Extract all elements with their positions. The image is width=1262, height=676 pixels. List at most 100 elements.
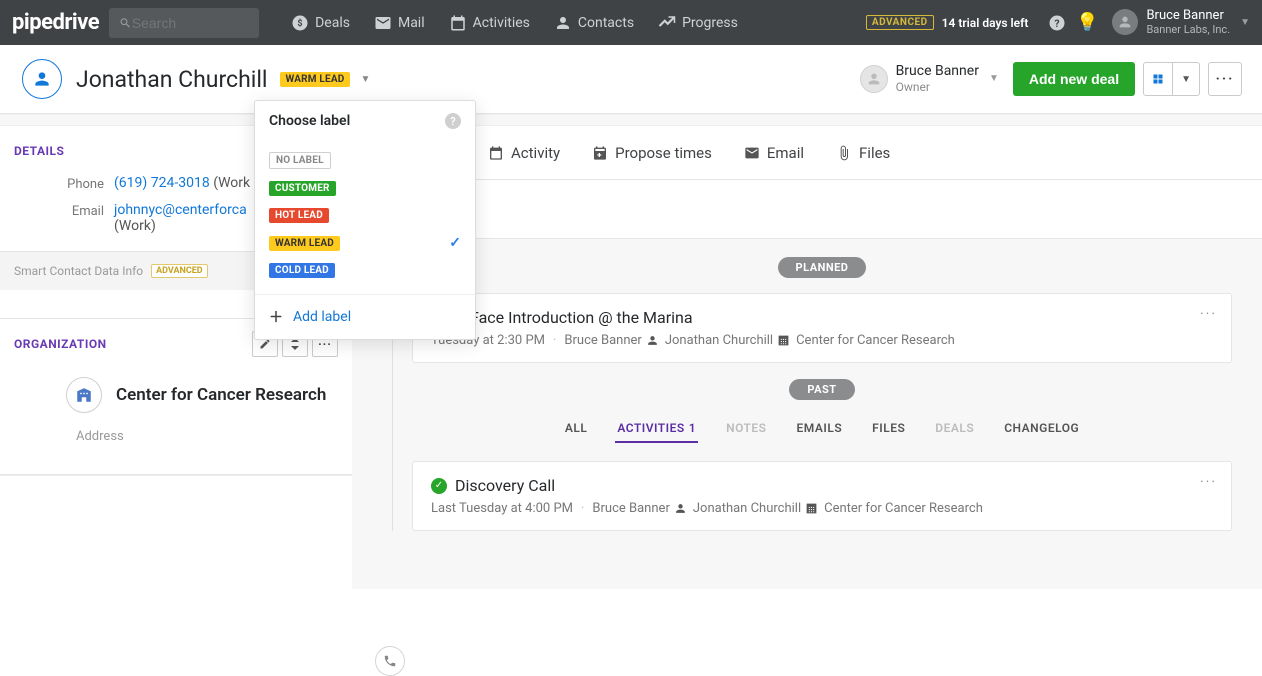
- tab-files[interactable]: Files: [820, 126, 906, 179]
- user-menu[interactable]: Bruce Banner Banner Labs, Inc. ▼: [1102, 9, 1250, 36]
- timeline: PLANNED ··· ce to Face Introduction @ th…: [352, 239, 1262, 531]
- person-icon: [674, 502, 687, 515]
- help-icon[interactable]: ?: [1042, 0, 1072, 45]
- nav-label: Progress: [682, 15, 738, 31]
- trial-days-text: 14 trial days left: [942, 16, 1029, 30]
- owner-avatar-icon: [860, 65, 888, 93]
- nav-activities[interactable]: Activities: [437, 0, 542, 45]
- label-dropdown-trigger[interactable]: ▼: [360, 74, 370, 85]
- owner-name: Bruce Banner: [896, 64, 979, 79]
- nav-label: Deals: [315, 15, 350, 31]
- ellipsis-icon: ···: [1216, 71, 1235, 87]
- planned-pill: PLANNED: [778, 257, 867, 278]
- add-new-deal-button[interactable]: Add new deal: [1013, 62, 1135, 96]
- filter-all[interactable]: ALL: [563, 415, 589, 443]
- plus-icon: ＋: [269, 307, 283, 327]
- activity-card-past[interactable]: ··· ✓ Discovery Call Last Tuesday at 4:00…: [412, 461, 1232, 531]
- activity-card-planned[interactable]: ··· ce to Face Introduction @ the Marina…: [412, 293, 1232, 363]
- card-org: Center for Cancer Research: [824, 501, 983, 516]
- dollar-icon: $: [291, 14, 309, 32]
- mail-icon: [374, 14, 392, 32]
- tab-label: Activity: [511, 144, 560, 162]
- nav-deals[interactable]: $ Deals: [279, 0, 362, 45]
- label-option-warm[interactable]: WARM LEAD✓: [269, 229, 461, 257]
- body: DETAILS Cu Phone (619) 724-3018 (Work Em…: [0, 126, 1262, 589]
- nav-progress[interactable]: Progress: [646, 0, 750, 45]
- label-option-cold[interactable]: COLD LEAD: [269, 257, 461, 284]
- person-name: Jonathan Churchill: [76, 66, 268, 93]
- user-name: Bruce Banner: [1146, 9, 1230, 23]
- filter-files[interactable]: FILES: [870, 415, 907, 443]
- building-icon: [805, 502, 818, 515]
- nav-mail[interactable]: Mail: [362, 0, 437, 45]
- tab-propose-times[interactable]: Propose times: [576, 126, 728, 179]
- address-label: Address: [14, 429, 338, 462]
- filter-notes[interactable]: NOTES: [724, 415, 768, 443]
- owner-role: Owner: [896, 80, 979, 94]
- card-person: Jonathan Churchill: [693, 501, 801, 516]
- building-icon: [777, 334, 790, 347]
- filter-deals[interactable]: DEALS: [933, 415, 976, 443]
- card-person: Jonathan Churchill: [665, 333, 773, 348]
- notes-input[interactable]: ke notes...: [352, 180, 1262, 239]
- tab-email[interactable]: Email: [728, 126, 820, 179]
- card-more-button[interactable]: ···: [1200, 306, 1217, 322]
- tab-label: Files: [859, 144, 890, 162]
- card-more-button[interactable]: ···: [1200, 474, 1217, 490]
- label-option-hot[interactable]: HOT LEAD: [269, 202, 461, 229]
- card-meta: Last Tuesday at 4:00 PM· Bruce Banner Jo…: [431, 501, 1213, 516]
- help-icon[interactable]: ?: [445, 113, 461, 129]
- card-owner: Bruce Banner: [564, 333, 641, 348]
- phone-value[interactable]: (619) 724-3018: [114, 175, 210, 191]
- label-option-customer[interactable]: CUSTOMER: [269, 175, 461, 202]
- nav-label: Activities: [473, 15, 530, 31]
- smart-contact-label: Smart Contact Data Info: [14, 264, 143, 278]
- card-meta: Tuesday at 2:30 PM· Bruce Banner Jonatha…: [431, 333, 1213, 348]
- person-label-tag: WARM LEAD: [280, 72, 351, 87]
- card-time: Last Tuesday at 4:00 PM: [431, 501, 573, 516]
- lightbulb-icon: 💡: [1076, 12, 1098, 33]
- email-value[interactable]: johnnyc@centerforca: [114, 202, 247, 218]
- check-icon: ✓: [431, 478, 447, 494]
- mail-icon: [744, 145, 760, 161]
- org-name[interactable]: Center for Cancer Research: [116, 385, 326, 405]
- search-input[interactable]: [132, 15, 249, 31]
- past-pill: PAST: [789, 379, 854, 400]
- check-icon: ✓: [449, 235, 461, 251]
- view-switcher[interactable]: ▼: [1143, 62, 1200, 96]
- plan-badge: ADVANCED: [866, 15, 934, 30]
- tab-label: Email: [767, 144, 804, 162]
- card-title: Discovery Call: [455, 476, 555, 495]
- top-nav: pipedrive $ Deals Mail Activities Contac…: [0, 0, 1262, 45]
- filter-changelog[interactable]: CHANGELOG: [1002, 415, 1081, 443]
- details-title: DETAILS: [14, 144, 64, 158]
- more-actions-button[interactable]: ···: [1208, 62, 1242, 96]
- calendar-icon: [488, 145, 504, 161]
- owner-selector[interactable]: Bruce Banner Owner ▼: [860, 64, 999, 93]
- phone-label: Phone: [14, 175, 114, 192]
- tab-activity[interactable]: Activity: [472, 126, 576, 179]
- logo[interactable]: pipedrive: [12, 10, 99, 35]
- tips-icon[interactable]: 💡: [1072, 0, 1102, 45]
- popover-title: Choose label: [269, 113, 350, 129]
- card-owner: Bruce Banner: [592, 501, 669, 516]
- nav-label: Mail: [398, 15, 425, 31]
- email-label: Email: [14, 202, 114, 219]
- tab-label: Propose times: [615, 144, 712, 162]
- phone-bubble-icon[interactable]: [375, 646, 405, 676]
- trend-icon: [658, 14, 676, 32]
- main-content: Activity Propose times Email Files ke no…: [352, 126, 1262, 589]
- search-box[interactable]: [109, 8, 259, 38]
- label-option-nolabel[interactable]: NO LABEL: [269, 146, 461, 175]
- label-popover: Choose label ? NO LABEL CUSTOMER HOT LEA…: [254, 100, 476, 340]
- add-label-button[interactable]: ＋Add label: [255, 294, 475, 339]
- email-type: (Work): [114, 218, 156, 234]
- svg-text:$: $: [298, 18, 303, 29]
- action-tabs: Activity Propose times Email Files: [352, 126, 1262, 180]
- person-icon: [646, 334, 659, 347]
- nav-contacts[interactable]: Contacts: [542, 0, 646, 45]
- card-title: ce to Face Introduction @ the Marina: [431, 308, 1213, 327]
- filter-activities[interactable]: ACTIVITIES1: [615, 415, 698, 443]
- filter-emails[interactable]: EMAILS: [795, 415, 845, 443]
- filter-tabs: ALL ACTIVITIES1 NOTES EMAILS FILES DEALS…: [412, 415, 1232, 443]
